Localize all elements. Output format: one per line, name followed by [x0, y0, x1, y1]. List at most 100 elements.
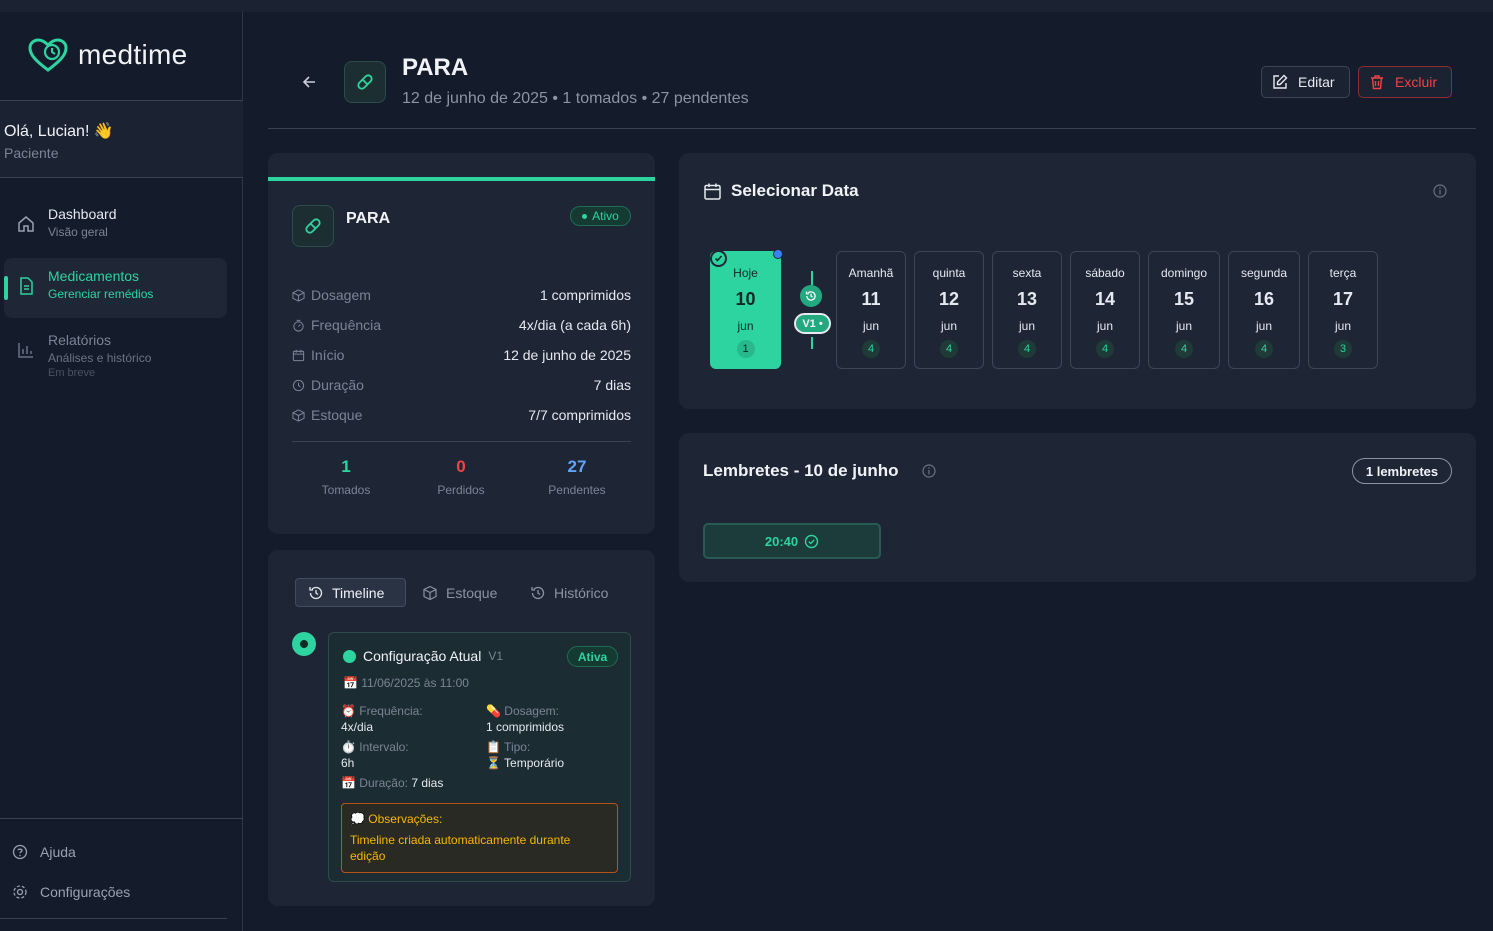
stat-value: 1 — [341, 457, 351, 476]
nav-item-dashboard[interactable]: Dashboard Visão geral — [4, 196, 227, 256]
row-label: Frequência — [311, 317, 382, 333]
tab-label: Timeline — [332, 584, 385, 601]
back-arrow-icon[interactable] — [300, 72, 320, 92]
row-label: Início — [311, 347, 345, 363]
row-value: 1 comprimidos — [539, 287, 631, 303]
day-name: Hoje — [733, 266, 758, 280]
row-value: 4x/dia (a cada 6h) — [518, 317, 631, 333]
stat-value: 0 — [456, 457, 466, 476]
day-count: 3 — [1334, 340, 1352, 358]
stat-label: Perdidos — [437, 483, 485, 497]
active-indicator — [4, 276, 8, 300]
day-number: 13 — [1016, 289, 1038, 309]
day-name: segunda — [1240, 266, 1288, 280]
field-value: 4x/dia — [341, 720, 374, 734]
day-number: 17 — [1332, 289, 1354, 309]
status-badge: Ativo — [570, 206, 631, 226]
day-card[interactable]: segunda 16 jun 4 — [1228, 251, 1300, 369]
row-value: 7 dias — [593, 377, 631, 393]
observations-label: 💭 Observações: — [350, 812, 443, 826]
field-duracao: 📅 Duração: 7 dias — [341, 776, 443, 790]
row-label: Estoque — [311, 407, 363, 423]
day-number: 15 — [1173, 289, 1195, 309]
calendar-icon — [292, 349, 305, 361]
reminders-card: Lembretes - 10 de junho 1 lembretes 20:4… — [679, 433, 1476, 582]
version-line — [811, 271, 813, 285]
day-card[interactable]: quinta 12 jun 4 — [914, 251, 984, 369]
reminder-time-chip[interactable]: 20:40 — [703, 523, 881, 559]
help-link[interactable]: Ajuda — [12, 844, 76, 860]
row-label: Dosagem — [311, 287, 371, 303]
day-count: 4 — [1175, 340, 1193, 358]
date-select-title: Selecionar Data — [703, 181, 859, 201]
bar-chart-icon — [18, 343, 33, 358]
med-row-inicio: Início 12 de junho de 2025 — [292, 345, 631, 365]
day-name: sexta — [1012, 266, 1042, 280]
tab-label: Estoque — [446, 584, 498, 601]
day-number: 14 — [1094, 289, 1116, 309]
nav-item-medicamentos[interactable]: Medicamentos Gerenciar remédios — [4, 258, 227, 318]
nav-item-relatorios[interactable]: Relatórios Análises e histórico Em breve — [4, 322, 227, 382]
logo[interactable]: medtime — [28, 38, 187, 72]
edit-button[interactable]: Editar — [1261, 66, 1350, 98]
observations-text: Timeline criada automaticamente durante … — [350, 833, 571, 863]
day-card[interactable]: sexta 13 jun 4 — [992, 251, 1062, 369]
user-greeting: Olá, Lucian! 👋 — [4, 123, 114, 140]
timeline-date: 📅 11/06/2025 às 11:00 — [343, 676, 469, 690]
sidebar-bottom-line — [0, 918, 227, 919]
field-value: ⏳ Temporário — [486, 756, 565, 770]
card-accent-bar — [268, 177, 655, 181]
day-number: 12 — [938, 289, 960, 309]
delete-button[interactable]: Excluir — [1358, 66, 1452, 98]
day-count: 4 — [1255, 340, 1273, 358]
day-month: jun — [1096, 319, 1113, 333]
timeline-card: Timeline Estoque Histórico Configuração … — [268, 550, 655, 906]
day-count: 4 — [1096, 340, 1114, 358]
coming-soon-note: Em breve — [48, 367, 96, 379]
day-card[interactable]: domingo 15 jun 4 — [1148, 251, 1220, 369]
row-value: 12 de junho de 2025 — [503, 347, 631, 363]
sidebar-bottom-divider — [0, 818, 243, 819]
info-icon[interactable] — [1433, 184, 1447, 198]
field-tipo: 📋 Tipo: ⏳ Temporário — [486, 740, 564, 770]
tab-timeline[interactable]: Timeline — [295, 578, 406, 607]
day-count: 4 — [1018, 340, 1036, 358]
info-icon[interactable] — [922, 464, 936, 478]
field-label: 📋 Tipo: — [486, 740, 531, 754]
nav-sub-medicamentos: Gerenciar remédios — [48, 287, 154, 301]
tab-historico[interactable]: Histórico — [518, 578, 620, 607]
row-value: 7/7 comprimidos — [528, 407, 631, 423]
day-card[interactable]: terça 17 jun 3 — [1308, 251, 1378, 369]
stats-divider — [292, 441, 631, 442]
nav-label-relatorios: Relatórios — [48, 332, 112, 348]
day-card[interactable]: sábado 14 jun 4 — [1070, 251, 1140, 369]
day-month: jun — [1334, 319, 1351, 333]
nav-label-medicamentos: Medicamentos — [48, 268, 140, 284]
settings-link[interactable]: Configurações — [12, 884, 130, 900]
reminder-time: 20:40 — [764, 533, 799, 549]
status-dot — [343, 649, 356, 663]
field-frequencia: ⏰ Frequência: 4x/dia — [341, 704, 423, 734]
observations-box: 💭 Observações: Timeline criada automatic… — [341, 803, 618, 873]
status-label: Ativo — [592, 209, 619, 223]
day-month: jun — [1018, 319, 1035, 333]
day-card-today[interactable]: Hoje 10 jun 1 — [710, 251, 781, 369]
edit-label: Editar — [1298, 74, 1335, 90]
tab-label: Histórico — [554, 584, 609, 601]
version-pill[interactable]: V1 • — [794, 313, 831, 334]
med-pill-icon-box — [292, 205, 334, 247]
gear-icon — [13, 885, 27, 899]
box-icon — [423, 585, 437, 600]
tab-estoque[interactable]: Estoque — [410, 578, 509, 607]
timeline-entry[interactable]: Configuração Atual V1 Ativa 📅 11/06/2025… — [328, 632, 631, 882]
help-label: Ajuda — [40, 844, 76, 860]
day-card[interactable]: Amanhã 11 jun 4 — [836, 251, 906, 369]
day-month: jun — [862, 319, 879, 333]
med-row-duracao: Duração 7 dias — [292, 375, 631, 395]
nav-label-dashboard: Dashboard — [48, 206, 117, 222]
day-count: 4 — [940, 340, 958, 358]
timeline-title: Configuração Atual — [363, 648, 482, 664]
field-label: ⏰ Frequência: — [341, 704, 423, 718]
field-value: 7 dias — [411, 776, 444, 790]
calendar-icon — [704, 183, 721, 200]
